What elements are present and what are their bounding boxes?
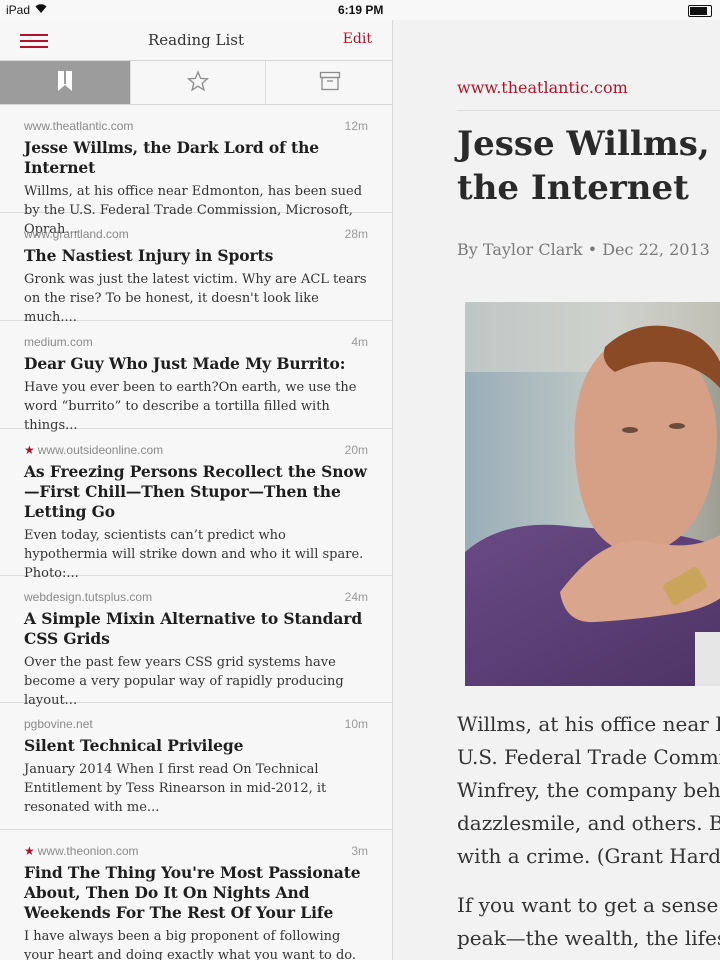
article-title: Dear Guy Who Just Made My Burrito: (24, 354, 346, 373)
divider (457, 110, 720, 111)
article-paragraph: Willms, at his office near E U.S. Federa… (457, 708, 720, 873)
article-excerpt: I have always been a big proponent of fo… (24, 929, 357, 960)
body-line: with a crime. (Grant Hard (457, 844, 720, 868)
article-title: As Freezing Persons Recollect the Snow—F… (24, 462, 367, 521)
wifi-icon (34, 2, 48, 17)
list-item[interactable]: www.theatlantic.com 12m Jesse Willms, th… (0, 105, 392, 237)
article-source: pgbovine.net (24, 717, 93, 731)
article-excerpt: Even today, scientists can’t predict who… (24, 528, 364, 581)
list-item[interactable]: ★ www.theonion.com 3m Find The Thing You'… (0, 830, 392, 960)
article-excerpt: Over the past few years CSS grid systems… (24, 655, 344, 708)
article-list: www.theatlantic.com 12m Jesse Willms, th… (0, 105, 392, 960)
article-age: 20m (344, 443, 368, 457)
article-age: 10m (344, 717, 368, 731)
article-byline: By Taylor Clark • Dec 22, 2013 (457, 240, 710, 259)
article-source-row: ★ www.theonion.com (24, 844, 368, 858)
article-photo[interactable] (465, 302, 720, 686)
list-item[interactable]: medium.com 4m Dear Guy Who Just Made My … (0, 321, 392, 433)
list-item[interactable]: ★ www.outsideonline.com 20m As Freezing P… (0, 429, 392, 581)
article-title: Jesse Willms, the Dark Lord of the Inter… (24, 138, 320, 177)
edit-button[interactable]: Edit (343, 31, 372, 47)
headline-line: the Internet (457, 168, 689, 208)
article-source: www.theonion.com (37, 844, 139, 858)
article-source-row: ★ www.outsideonline.com (24, 443, 368, 457)
article-excerpt: January 2014 When I first read On Techni… (24, 762, 327, 815)
article-reader: www.theatlantic.com Jesse Willms, t the … (393, 20, 720, 960)
status-time: 6:19 PM (338, 3, 384, 17)
article-excerpt: Have you ever been to earth?On earth, we… (24, 380, 357, 433)
article-headline: Jesse Willms, t the Internet (457, 122, 720, 210)
tab-archive[interactable] (265, 61, 392, 104)
tab-reading-list[interactable] (0, 61, 130, 104)
page-title: Reading List (147, 31, 245, 49)
article-source: medium.com (24, 335, 93, 349)
nav-bar: Reading List Edit (0, 20, 392, 61)
article-age: 12m (344, 119, 368, 133)
battery-icon (688, 5, 712, 17)
starred-icon: ★ (24, 844, 35, 858)
article-source: www.theatlantic.com (24, 119, 134, 133)
body-line: peak—the wealth, the lifes (457, 926, 720, 950)
reading-list-panel: Reading List Edit www.theatlantic.com 12… (0, 0, 393, 960)
list-item[interactable]: webdesign.tutsplus.com 24m A Simple Mixi… (0, 576, 392, 708)
article-age: 24m (344, 590, 368, 604)
article-title: A Simple Mixin Alternative to Standard C… (24, 609, 363, 648)
article-source: www.outsideonline.com (37, 443, 164, 457)
article-excerpt: Gronk was just the latest victim. Why ar… (24, 272, 367, 325)
list-item[interactable]: www.grantland.com 28m The Nastiest Injur… (0, 213, 392, 325)
article-title: Silent Technical Privilege (24, 736, 244, 755)
article-domain-link[interactable]: www.theatlantic.com (457, 78, 628, 97)
tab-favorites[interactable] (130, 61, 265, 104)
body-line: If you want to get a sense o (457, 893, 720, 917)
article-title: Find The Thing You're Most Passionate Ab… (24, 863, 361, 922)
headline-line: Jesse Willms, t (457, 124, 720, 164)
carrier-label: iPad (6, 3, 31, 17)
article-age: 28m (344, 227, 368, 241)
body-line: dazzlesmile, and others. B (457, 811, 720, 835)
body-line: Winfrey, the company beh (457, 778, 720, 802)
archive-icon (319, 71, 341, 95)
list-item[interactable]: pgbovine.net 10m Silent Technical Privil… (0, 703, 392, 830)
body-line: U.S. Federal Trade Commi (457, 745, 720, 769)
article-title: The Nastiest Injury in Sports (24, 246, 274, 265)
star-icon (186, 69, 210, 96)
bookmark-icon (57, 70, 73, 96)
article-age: 3m (351, 844, 368, 858)
article-body: Willms, at his office near E U.S. Federa… (457, 708, 720, 960)
body-line: Willms, at his office near E (457, 712, 720, 736)
article-age: 4m (351, 335, 368, 349)
status-bar: iPad 6:19 PM (0, 0, 720, 20)
starred-icon: ★ (24, 443, 35, 457)
filter-tabs (0, 61, 392, 105)
article-source: webdesign.tutsplus.com (24, 590, 153, 604)
article-source: www.grantland.com (24, 227, 129, 241)
article-paragraph: If you want to get a sense o peak—the we… (457, 889, 720, 955)
